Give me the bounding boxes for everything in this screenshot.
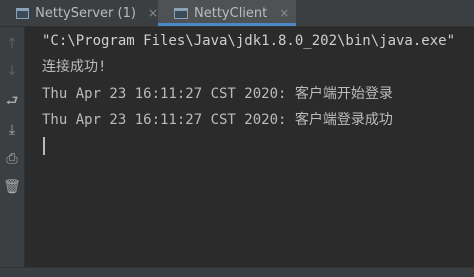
text-caret	[43, 137, 45, 155]
console-icon	[174, 7, 188, 19]
console-line-command: "C:\Program Files\Java\jdk1.8.0_202\bin\…	[42, 33, 456, 49]
print-icon[interactable]: ⎙	[3, 150, 21, 168]
run-tool-window: NettyServer (1) × NettyClient × ↑ ↓ ⮐ ⤓ …	[0, 0, 474, 277]
down-arrow-icon[interactable]: ↓	[3, 62, 21, 80]
console-line: Thu Apr 23 16:11:27 CST 2020: 客户端开始登录	[42, 86, 393, 102]
scroll-to-end-icon[interactable]: ⤓	[3, 121, 21, 139]
console-icon	[16, 7, 30, 19]
tab-label: NettyClient	[194, 5, 268, 21]
up-arrow-icon[interactable]: ↑	[3, 35, 21, 53]
console-output[interactable]: "C:\Program Files\Java\jdk1.8.0_202\bin\…	[42, 27, 474, 267]
console-toolbar: ↑ ↓ ⮐ ⤓ ⎙ 🗑	[0, 27, 25, 276]
trash-icon[interactable]: 🗑	[3, 178, 21, 196]
console-line: 连接成功!	[42, 59, 107, 75]
close-icon[interactable]: ×	[279, 6, 289, 20]
tab-label: NettyServer (1)	[35, 5, 136, 21]
console-line: Thu Apr 23 16:11:27 CST 2020: 客户端登录成功	[42, 112, 393, 128]
soft-wrap-icon[interactable]: ⮐	[3, 92, 21, 110]
tab-netty-server[interactable]: NettyServer (1) ×	[0, 0, 158, 26]
close-icon[interactable]: ×	[148, 6, 158, 20]
run-tab-bar: NettyServer (1) × NettyClient ×	[0, 0, 474, 27]
tab-netty-client[interactable]: NettyClient ×	[158, 0, 296, 26]
